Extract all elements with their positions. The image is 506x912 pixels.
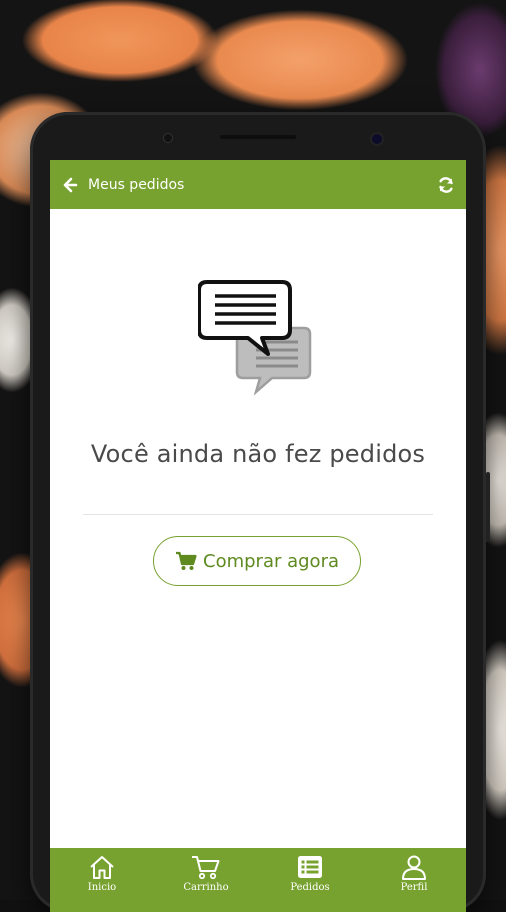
nav-label-carrinho: Carrinho bbox=[183, 882, 229, 893]
side-button bbox=[486, 472, 490, 542]
refresh-icon[interactable] bbox=[436, 175, 456, 195]
divider bbox=[83, 514, 433, 515]
home-icon bbox=[90, 856, 114, 879]
nav-label-inicio: Inicio bbox=[87, 882, 117, 893]
app-bar: Meus pedidos bbox=[50, 160, 466, 209]
arrow-left-icon[interactable] bbox=[60, 175, 80, 195]
list-icon bbox=[298, 856, 322, 878]
nav-label-perfil: Perfil bbox=[400, 882, 428, 893]
page-title: Meus pedidos bbox=[88, 176, 185, 193]
phone-frame: Meus pedidos Você ainda não fez pedidos … bbox=[30, 112, 490, 912]
nav-label-pedidos: Pedidos bbox=[290, 882, 330, 893]
nav-item-pedidos[interactable]: Pedidos bbox=[265, 848, 355, 893]
bottom-nav: Inicio Carrinho Pedidos Perfil bbox=[50, 848, 466, 912]
empty-state: Você ainda não fez pedidos bbox=[50, 278, 466, 468]
app-screen: Meus pedidos Você ainda não fez pedidos … bbox=[50, 160, 466, 912]
buy-now-button[interactable]: Comprar agora bbox=[153, 536, 361, 586]
proximity-sensor bbox=[164, 134, 172, 142]
chat-bubbles-icon bbox=[198, 280, 312, 396]
buy-now-label: Comprar agora bbox=[203, 550, 339, 572]
nav-item-carrinho[interactable]: Carrinho bbox=[161, 848, 251, 893]
earpiece-speaker bbox=[220, 135, 296, 139]
user-icon bbox=[402, 855, 426, 880]
empty-state-message: Você ainda não fez pedidos bbox=[90, 440, 426, 468]
app-bar-left: Meus pedidos bbox=[60, 175, 184, 195]
cart-icon bbox=[192, 856, 220, 880]
cart-icon bbox=[176, 551, 197, 570]
nav-item-perfil[interactable]: Perfil bbox=[369, 848, 459, 893]
nav-item-inicio[interactable]: Inicio bbox=[57, 848, 147, 893]
front-camera bbox=[372, 134, 382, 144]
